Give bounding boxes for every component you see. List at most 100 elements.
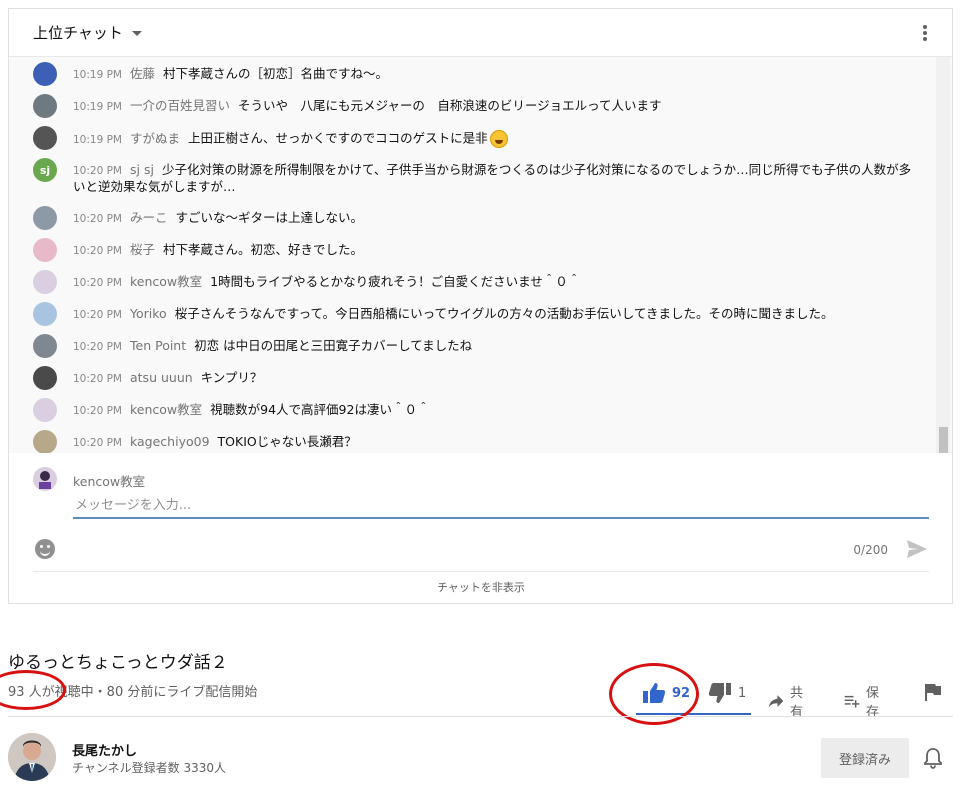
message-timestamp: 10:19 PM (73, 101, 122, 113)
chat-message-body: 10:19 PM 佐藤 村下孝蔵さんの［初恋］名曲ですね〜。 (73, 62, 388, 83)
share-label: 共有 (790, 686, 804, 720)
avatar[interactable] (33, 366, 57, 390)
message-author[interactable]: sj sj (130, 162, 154, 177)
message-author[interactable]: 一介の百姓見習い (130, 98, 230, 113)
message-text: 村下孝蔵さんの［初恋］名曲ですね〜。 (163, 66, 389, 81)
avatar[interactable] (33, 334, 57, 358)
message-author[interactable]: 桜子 (130, 242, 155, 257)
emoji-icon[interactable] (35, 539, 55, 559)
avatar[interactable]: sj (33, 158, 57, 182)
message-timestamp: 10:20 PM (73, 245, 122, 257)
chat-message: 10:20 PM atsu uuun キンプリ？ (33, 366, 912, 390)
chat-message-body: 10:20 PM みーこ すごいな〜ギターは上達しない。 (73, 206, 363, 227)
view-info: 93 人が視聴中・80 分前にライブ配信開始 (8, 685, 258, 700)
avatar[interactable] (33, 270, 57, 294)
avatar[interactable] (33, 302, 57, 326)
avatar[interactable] (33, 126, 57, 150)
message-timestamp: 10:20 PM (73, 341, 122, 353)
chat-message: 10:20 PM みーこ すごいな〜ギターは上達しない。 (33, 206, 912, 230)
avatar[interactable] (33, 62, 57, 86)
chat-message-body: 10:20 PM kencow教室 視聴数が94人で高評価92は凄い＾０＾ (73, 398, 429, 419)
message-text: 少子化対策の財源を所得制限をかけて、子供手当から財源をつくるのは少子化対策になる… (73, 162, 912, 194)
report-button[interactable] (923, 682, 949, 702)
divider (8, 716, 953, 717)
avatar[interactable] (33, 398, 57, 422)
message-author[interactable]: kagechiyo09 (130, 434, 210, 449)
message-text: 初恋 は中日の田尾と三田寛子カバーしてましたね (194, 338, 473, 353)
chat-message: 10:20 PM 桜子 村下孝蔵さん。初恋、好きでした。 (33, 238, 912, 262)
hide-chat-button[interactable]: チャットを非表示 (33, 571, 929, 604)
message-author[interactable]: Ten Point (130, 338, 186, 353)
chat-message-body: 10:20 PM sj sj 少子化対策の財源を所得制限をかけて、子供手当から財源を… (73, 158, 912, 195)
chat-message: 10:20 PM Yoriko 桜子さんそうなんですって。今日西船橋にいってウイグル… (33, 302, 912, 326)
message-author[interactable]: kencow教室 (130, 402, 202, 417)
message-text: 上田正樹さん、せっかくですのでココのゲストに是非 (188, 130, 488, 146)
message-text: 視聴数が94人で高評価92は凄い＾０＾ (210, 402, 430, 417)
message-text: そういや 八尾にも元メジャーの 自称浪速のビリージョエルって人います (238, 98, 662, 113)
message-timestamp: 10:20 PM (73, 277, 122, 289)
save-button[interactable]: 保存 (844, 682, 885, 720)
flag-icon (925, 684, 941, 701)
chat-message-body: 10:20 PM Yoriko 桜子さんそうなんですって。今日西船橋にいってウイグル… (73, 302, 833, 323)
save-label: 保存 (866, 686, 880, 720)
dislike-count: 1 (738, 685, 747, 701)
message-timestamp: 10:19 PM (73, 69, 122, 81)
share-icon (768, 695, 784, 708)
message-input[interactable] (73, 493, 929, 519)
message-author[interactable]: kencow教室 (130, 274, 202, 289)
message-text: 村下孝蔵さん。初恋、好きでした。 (163, 242, 364, 257)
playlist-add-icon (844, 695, 860, 708)
message-timestamp: 10:20 PM (73, 165, 122, 177)
chat-scrollbar[interactable] (936, 57, 950, 453)
video-title: ゆるっとちょこっとウダ話２ (8, 653, 228, 673)
sentiment-bar (636, 713, 751, 715)
chat-message: 10:19 PM すがぬま 上田正樹さん、せっかくですのでココのゲストに是非 (33, 126, 912, 150)
chat-message: 10:19 PM 一介の百姓見習い そういや 八尾にも元メジャーの 自称浪速のビリー… (33, 94, 912, 118)
message-text: キンプリ？ (200, 370, 263, 385)
message-text: 1時間もライブやるとかなり疲れそう！ご自愛くださいませ＾０＾ (210, 274, 581, 289)
message-timestamp: 10:19 PM (73, 133, 122, 146)
chat-message-body: 10:20 PM 桜子 村下孝蔵さん。初恋、好きでした。 (73, 238, 363, 259)
chevron-down-icon (131, 31, 142, 36)
chat-message: 10:20 PM kencow教室 視聴数が94人で高評価92は凄い＾０＾ (33, 398, 912, 422)
avatar[interactable] (33, 430, 57, 453)
dislike-button[interactable]: 1 (708, 682, 746, 704)
channel-avatar[interactable] (8, 733, 56, 781)
chat-mode-dropdown[interactable]: 上位チャット (33, 22, 142, 43)
composer-author-name: kencow教室 (73, 474, 146, 489)
message-author[interactable]: みーこ (130, 210, 168, 225)
chat-message-body: 10:19 PM 一介の百姓見習い そういや 八尾にも元メジャーの 自称浪速のビリー… (73, 94, 662, 115)
like-count: 92 (672, 685, 691, 701)
chat-message: sj 10:20 PM sj sj 少子化対策の財源を所得制限をかけて、子供手当から財… (33, 158, 912, 195)
chat-message: 10:19 PM 佐藤 村下孝蔵さんの［初恋］名曲ですね〜。 (33, 62, 912, 86)
more-vert-icon[interactable] (922, 25, 928, 41)
bell-icon[interactable] (922, 747, 944, 769)
subscribed-button[interactable]: 登録済み (821, 738, 909, 778)
message-text: すごいな〜ギターは上達しない。 (175, 210, 364, 225)
message-text: 桜子さんそうなんですって。今日西船橋にいってウイグルの方々の活動お手伝いしてきま… (174, 306, 834, 321)
share-button[interactable]: 共有 (768, 682, 809, 720)
message-timestamp: 10:20 PM (73, 309, 122, 321)
chat-message-body: 10:20 PM atsu uuun キンプリ？ (73, 366, 262, 387)
avatar[interactable] (33, 94, 57, 118)
channel-name[interactable]: 長尾たかし (72, 740, 137, 759)
like-button[interactable]: 92 (642, 682, 690, 704)
thumbs-down-icon (708, 683, 731, 703)
subscriber-count: チャンネル登録者数 3330人 (72, 761, 226, 775)
avatar[interactable] (33, 206, 57, 230)
scrollbar-thumb[interactable] (939, 427, 948, 453)
message-timestamp: 10:20 PM (73, 213, 122, 225)
message-author[interactable]: 佐藤 (130, 66, 155, 81)
message-author[interactable]: Yoriko (130, 306, 167, 321)
message-author[interactable]: atsu uuun (130, 370, 193, 385)
avatar[interactable] (33, 238, 57, 262)
message-text: TOKIOじゃない長瀬君？ (217, 434, 357, 449)
message-author[interactable]: すがぬま (130, 131, 180, 146)
send-icon[interactable] (906, 539, 928, 559)
message-timestamp: 10:20 PM (73, 405, 122, 417)
chat-composer: kencow教室 0/200 (9, 453, 952, 571)
chat-header: 上位チャット (9, 9, 952, 57)
thumbs-up-icon (643, 683, 666, 703)
chat-message-body: 10:20 PM kagechiyo09 TOKIOじゃない長瀬君？ (73, 430, 357, 451)
chat-message: 10:20 PM Ten Point 初恋 は中日の田尾と三田寛子カバーしてましたね (33, 334, 912, 358)
